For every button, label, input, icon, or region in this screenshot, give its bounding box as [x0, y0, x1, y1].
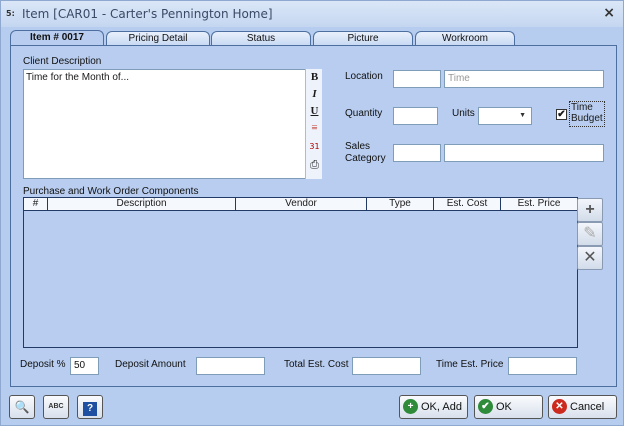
app-icon: 5: [6, 9, 15, 18]
item-tab-panel: Client Description Time for the Month of… [10, 45, 617, 387]
deposit-amount-field[interactable] [196, 357, 265, 375]
sales-category-name-field[interactable] [444, 144, 604, 162]
title-bar: 5: Item [CAR01 - Carter's Pennington Hom… [1, 1, 623, 27]
location-name-field[interactable]: Time [444, 70, 604, 88]
item-dialog-window: 5: Item [CAR01 - Carter's Pennington Hom… [0, 0, 624, 426]
ok-add-label: OK, Add [421, 401, 462, 413]
ok-add-button[interactable]: + OK, Add [399, 395, 468, 419]
time-est-price-field[interactable] [508, 357, 577, 375]
help-button[interactable]: ? [77, 395, 103, 419]
spellcheck-button[interactable]: ABC [43, 395, 69, 419]
close-icon[interactable]: × [603, 5, 615, 21]
bold-button[interactable]: B [307, 70, 322, 85]
sales-category-label-line1: Sales [345, 141, 371, 152]
tab-workroom[interactable]: Workroom [415, 31, 515, 46]
location-label: Location [345, 71, 383, 82]
search-icon: 🔍 [14, 400, 30, 414]
pencil-icon: ✎ [583, 225, 597, 242]
delete-icon: ✕ [583, 249, 597, 266]
client-description-label: Client Description [23, 56, 102, 67]
deposit-pct-field[interactable]: 50 [70, 357, 99, 375]
quantity-field[interactable] [393, 107, 438, 125]
time-budget-label-line1: Time [571, 102, 593, 113]
grid-header: # Description Vendor Type Est. Cost Est.… [24, 198, 577, 211]
check-circle-icon: ✔ [478, 399, 493, 414]
calendar-icon[interactable]: 31 [307, 139, 322, 154]
components-grid[interactable]: # Description Vendor Type Est. Cost Est.… [23, 197, 578, 348]
time-budget-checkbox[interactable]: ✔ [556, 109, 567, 120]
time-budget-label-line2: Budget [571, 113, 603, 124]
plus-circle-icon: + [403, 399, 418, 414]
underline-button[interactable]: U [307, 104, 322, 119]
spellcheck-icon: ABC [48, 403, 64, 410]
sales-category-label-line2: Category [345, 153, 386, 164]
tab-status[interactable]: Status [211, 31, 311, 46]
print-icon[interactable]: ⎙ [307, 157, 322, 172]
deposit-amount-label: Deposit Amount [115, 359, 186, 370]
total-est-cost-field[interactable] [352, 357, 421, 375]
sales-category-code-field[interactable] [393, 144, 441, 162]
units-dropdown[interactable]: ▼ [478, 107, 532, 125]
tab-picture[interactable]: Picture [313, 31, 413, 46]
add-component-button[interactable]: + [577, 198, 603, 222]
col-number[interactable]: # [24, 198, 48, 211]
cancel-label: Cancel [570, 401, 605, 413]
client-description-field[interactable]: Time for the Month of... [23, 69, 315, 179]
total-est-cost-label: Total Est. Cost [284, 359, 349, 370]
deposit-pct-label: Deposit % [20, 359, 66, 370]
time-budget-label[interactable]: Time Budget [569, 101, 605, 127]
quantity-label: Quantity [345, 108, 383, 119]
location-code-field[interactable] [393, 70, 441, 88]
col-est-price[interactable]: Est. Price [501, 198, 577, 211]
window-title: Item [CAR01 - Carter's Pennington Home] [22, 7, 273, 21]
edit-component-button[interactable]: ✎ [577, 222, 603, 246]
components-label: Purchase and Work Order Components [23, 186, 199, 197]
col-type[interactable]: Type [367, 198, 434, 211]
cancel-circle-icon: ✕ [552, 399, 567, 414]
plus-icon: + [585, 201, 595, 218]
format-toolbar: B I U ≡ 31 ⎙ [305, 69, 322, 179]
ok-button[interactable]: ✔ OK [474, 395, 543, 419]
cancel-button[interactable]: ✕ Cancel [548, 395, 617, 419]
units-label: Units [452, 108, 475, 119]
help-icon: ? [83, 402, 97, 416]
col-vendor[interactable]: Vendor [236, 198, 367, 211]
client-description-text: Time for the Month of... [26, 72, 130, 83]
tab-pricing-detail[interactable]: Pricing Detail [106, 31, 210, 46]
col-est-cost[interactable]: Est. Cost [434, 198, 501, 211]
time-est-price-label: Time Est. Price [436, 359, 504, 370]
search-button[interactable]: 🔍 [9, 395, 35, 419]
delete-component-button[interactable]: ✕ [577, 246, 603, 270]
italic-button[interactable]: I [307, 87, 322, 102]
color-icon[interactable]: ≡ [307, 121, 322, 136]
col-description[interactable]: Description [48, 198, 236, 211]
chevron-down-icon: ▼ [519, 112, 526, 119]
ok-label: OK [496, 401, 512, 413]
